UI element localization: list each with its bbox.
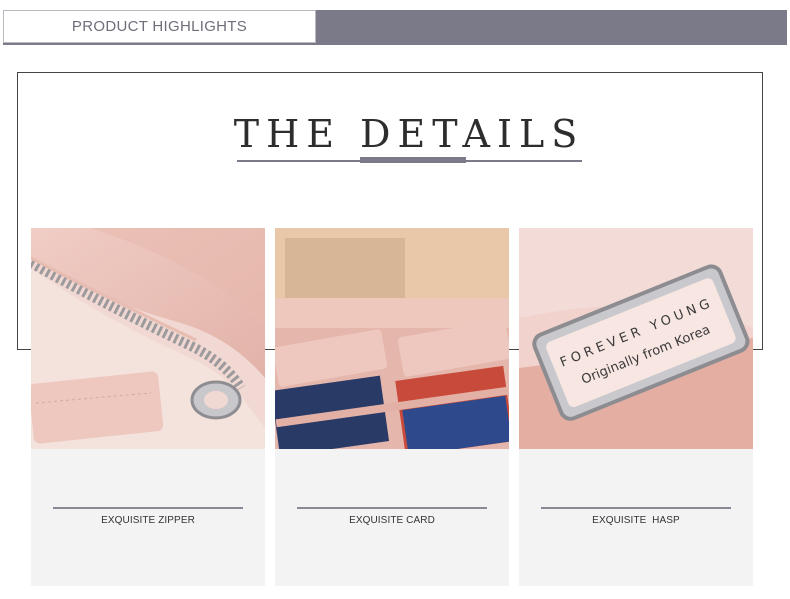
- details-title: THE DETAILS: [233, 112, 585, 156]
- feature-card-hasp: FOREVER YOUNG Originally from Korea EXQU…: [519, 228, 753, 586]
- product-highlights-tab: PRODUCT HIGHLIGHTS: [3, 10, 316, 43]
- card-slots-photo: [275, 228, 509, 449]
- hasp-photo: FOREVER YOUNG Originally from Korea: [519, 228, 753, 449]
- zipper-photo: [31, 228, 265, 449]
- feature-card-zipper: EXQUISITE ZIPPER: [31, 228, 265, 586]
- product-highlights-label: PRODUCT HIGHLIGHTS: [71, 18, 248, 35]
- title-underline-accent: [360, 157, 466, 163]
- card-divider: [541, 507, 731, 509]
- card-caption: EXQUISITE HASP: [592, 515, 680, 526]
- card-caption: EXQUISITE CARD: [349, 515, 435, 526]
- card-divider: [297, 507, 487, 509]
- feature-card-card: EXQUISITE CARD: [275, 228, 509, 586]
- card-divider: [53, 507, 243, 509]
- card-caption: EXQUISITE ZIPPER: [101, 515, 195, 526]
